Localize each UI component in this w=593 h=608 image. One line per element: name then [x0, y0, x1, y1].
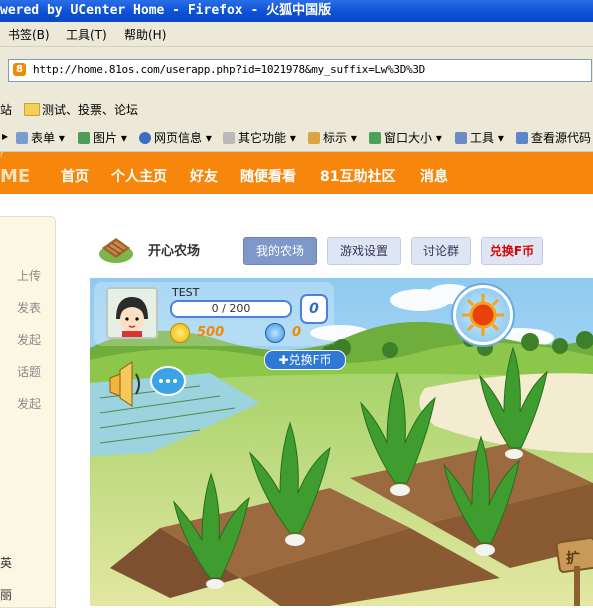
site-header: r ME 首页 个人主页 好友 随便看看 81互助社区 消息 — [0, 150, 593, 194]
toolbar-other-label: 其它功能 — [238, 131, 287, 145]
resize-icon — [369, 132, 381, 144]
brand-fragment: r — [0, 150, 4, 159]
window-titlebar: wered by UCenter Home - Firefox - 火狐中国版 — [0, 0, 593, 22]
navigation-toolbar: 8 http://home.81os.com/userapp.php?id=10… — [0, 47, 593, 95]
sidebar-item-upload[interactable]: 上传 — [17, 267, 41, 284]
address-url[interactable]: http://home.81os.com/userapp.php?id=1021… — [33, 63, 425, 76]
toolbar-highlight-label: 标示 — [323, 131, 348, 145]
experience-bar: 0 / 200 — [170, 300, 292, 318]
toolbar-view-source[interactable]: 查看源代码 — [516, 129, 591, 146]
sidebar-bottom-item-2[interactable]: 丽 — [0, 586, 12, 603]
toolbar-tools-label: 工具 — [470, 131, 495, 145]
bookmark-folder-label[interactable]: 测试、投票、论坛 — [42, 101, 138, 118]
sidebar-item-topic[interactable]: 话题 — [17, 363, 41, 380]
nav-home[interactable]: 首页 — [61, 166, 89, 186]
nav-browse[interactable]: 随便看看 — [240, 166, 296, 186]
fcoin-icon — [265, 323, 285, 343]
tab-my-farm[interactable]: 我的农场 — [243, 237, 317, 265]
sign-text: 扩 — [566, 551, 580, 567]
avatar[interactable] — [106, 287, 158, 339]
toolbar-forms-label: 表单 — [31, 131, 56, 145]
form-icon — [16, 132, 28, 144]
site-favicon-icon: 8 — [13, 63, 26, 76]
gold-amount: 500 — [197, 325, 225, 340]
sun-icon — [462, 294, 504, 336]
exchange-fcoin-button[interactable]: ✚兑换F币 — [264, 350, 346, 370]
info-icon — [139, 132, 151, 144]
weather-sun-button[interactable] — [453, 285, 513, 345]
toolbar-images[interactable]: 图片 ▾ — [78, 129, 127, 146]
gold-coin-icon — [170, 323, 190, 343]
toolbar-highlight[interactable]: 标示 ▾ — [308, 129, 357, 146]
tab-game-settings[interactable]: 游戏设置 — [327, 237, 401, 265]
nav-friends[interactable]: 好友 — [190, 166, 218, 186]
toolbar-tools[interactable]: 工具 ▾ — [455, 129, 504, 146]
player-name: TEST — [172, 286, 200, 299]
bookmark-fragment[interactable]: 站 — [0, 101, 12, 118]
toolbar-page-info[interactable]: 网页信息 ▾ — [139, 129, 212, 146]
toolbar-window-size-label: 窗口大小 — [384, 131, 433, 145]
toolbar-dropdown-arrow-icon[interactable]: ▸ — [2, 129, 8, 143]
image-icon — [78, 132, 90, 144]
tab-discussion[interactable]: 讨论群 — [411, 237, 471, 265]
exchange-fcoin-label: 兑换F币 — [288, 353, 332, 367]
experience-value: 0 / 200 — [211, 302, 251, 315]
cube-icon — [223, 132, 235, 144]
plus-icon: ✚ — [278, 353, 289, 367]
farm-game-scene[interactable] — [90, 278, 593, 606]
menu-help[interactable]: 帮助(H) — [124, 26, 166, 43]
nav-community[interactable]: 81互助社区 — [320, 166, 395, 186]
toolbar-view-source-label: 查看源代码 — [531, 131, 592, 145]
sidebar-item-start-2[interactable]: 发起 — [17, 395, 41, 412]
sidebar: 上传 发表 发起 话题 发起 英 丽 — [0, 216, 56, 608]
nav-messages[interactable]: 消息 — [420, 166, 448, 186]
menu-bar: 书签(B) 工具(T) 帮助(H) — [0, 22, 593, 47]
bookmarks-toolbar: 站 测试、投票、论坛 — [0, 95, 593, 123]
toolbar-images-label: 图片 — [93, 131, 118, 145]
level-value: 0 — [309, 301, 319, 317]
app-title: 开心农场 — [148, 244, 201, 259]
site-logo[interactable]: ME — [0, 166, 30, 187]
extension-toolbar: ▸ 表单 ▾ 图片 ▾ 网页信息 ▾ 其它功能 ▾ 标示 ▾ 窗口大小 ▾ 工具… — [0, 123, 593, 152]
toolbar-forms[interactable]: 表单 ▾ — [16, 129, 65, 146]
level-badge: 0 — [300, 294, 328, 324]
nav-profile[interactable]: 个人主页 — [111, 166, 167, 186]
farm-logo-icon — [99, 238, 133, 263]
menu-bookmarks[interactable]: 书签(B) — [8, 26, 50, 43]
tab-exchange-fcoin[interactable]: 兑换F币 — [481, 237, 543, 265]
toolbar-other[interactable]: 其它功能 ▾ — [223, 129, 296, 146]
fcoin-amount: 0 — [292, 325, 302, 340]
wrench-icon — [455, 132, 467, 144]
chat-bubble-icon[interactable] — [150, 366, 186, 396]
toolbar-window-size[interactable]: 窗口大小 ▾ — [369, 129, 442, 146]
source-icon — [516, 132, 528, 144]
toolbar-page-info-label: 网页信息 — [154, 131, 203, 145]
sidebar-item-start[interactable]: 发起 — [17, 331, 41, 348]
sidebar-item-publish[interactable]: 发表 — [17, 299, 41, 316]
sidebar-bottom-item-1[interactable]: 英 — [0, 554, 12, 571]
address-bar[interactable]: 8 http://home.81os.com/userapp.php?id=10… — [8, 59, 592, 82]
avatar-face-icon — [116, 297, 148, 337]
pen-icon — [308, 132, 320, 144]
window-title: wered by UCenter Home - Firefox - 火狐中国版 — [0, 3, 332, 18]
folder-icon — [24, 103, 40, 116]
menu-tools[interactable]: 工具(T) — [66, 26, 107, 43]
